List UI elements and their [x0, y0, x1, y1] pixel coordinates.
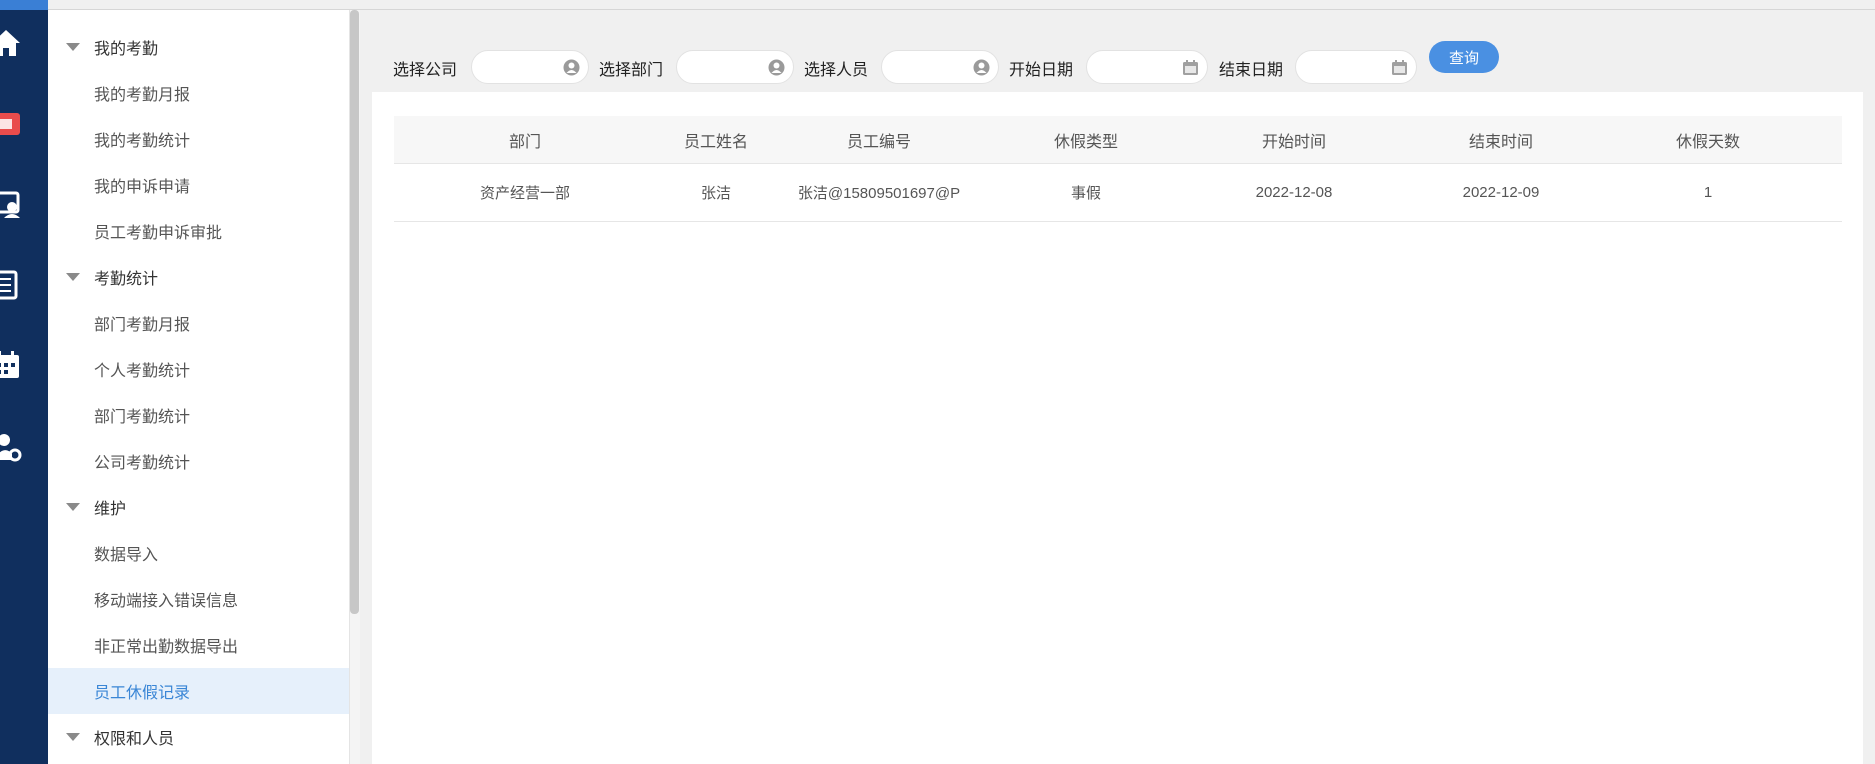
menu-item-active[interactable]: 员工休假记录: [48, 668, 349, 714]
sidebar-scrollbar-thumb[interactable]: [350, 10, 359, 614]
leave-records-table: 部门 员工姓名 员工编号 休假类型 开始时间 结束时间 休假天数 资产经营一部 …: [394, 116, 1842, 222]
top-bar: [0, 0, 1875, 10]
table-cell: 张洁: [700, 185, 731, 202]
home-icon[interactable]: [0, 28, 22, 58]
caret-down-icon: [66, 43, 80, 51]
department-label: 选择部门: [599, 62, 664, 79]
column-header[interactable]: 部门: [394, 116, 656, 163]
menu-item[interactable]: 员工考勤申诉审批: [48, 208, 349, 254]
column-header[interactable]: 员工编号: [776, 116, 982, 163]
start-date-input[interactable]: [1086, 50, 1208, 84]
table-cell: 2022-12-09: [1462, 184, 1540, 201]
company-select[interactable]: [471, 50, 589, 84]
table-cell: 2022-12-08: [1255, 184, 1333, 201]
menu-group-label: 考勤统计: [94, 271, 159, 288]
column-header[interactable]: 结束时间: [1398, 116, 1604, 163]
menu-item[interactable]: 我的考勤统计: [48, 116, 349, 162]
calendar-icon[interactable]: [0, 350, 22, 380]
monitor-user-icon[interactable]: [0, 190, 22, 220]
menu-item[interactable]: 公司考勤统计: [48, 438, 349, 484]
column-header[interactable]: 休假类型: [982, 116, 1190, 163]
department-select[interactable]: [676, 50, 794, 84]
table-cell: 事假: [1070, 185, 1101, 202]
end-date-input[interactable]: [1295, 50, 1417, 84]
document-list-icon[interactable]: [0, 270, 22, 300]
table-cell: 资产经营一部: [479, 185, 570, 202]
menu-item[interactable]: 我的考勤月报: [48, 70, 349, 116]
user-circle-icon: [973, 59, 990, 76]
menu-group-maintenance[interactable]: 维护: [48, 484, 349, 530]
menu-item[interactable]: 部门考勤统计: [48, 392, 349, 438]
icon-rail: [0, 10, 48, 764]
user-circle-icon: [563, 59, 580, 76]
top-bar-accent: [0, 0, 48, 10]
menu-item[interactable]: 非正常出勤数据导出: [48, 622, 349, 668]
menu-sidebar: 我的考勤 我的考勤月报 我的考勤统计 我的申诉申请 员工考勤申诉审批 考勤统计 …: [48, 10, 350, 764]
user-circle-icon: [768, 59, 785, 76]
menu-group-permissions[interactable]: 权限和人员: [48, 714, 349, 760]
filter-bar: 选择公司 选择部门 选择人员 开始日期 结束日期: [360, 10, 1875, 92]
column-header[interactable]: 开始时间: [1190, 116, 1398, 163]
menu-item[interactable]: 我的申诉申请: [48, 162, 349, 208]
table-row[interactable]: 资产经营一部 张洁 张洁@15809501697@P 事假 2022-12-08…: [394, 164, 1842, 222]
person-label: 选择人员: [804, 62, 869, 79]
start-date-label: 开始日期: [1009, 62, 1074, 79]
menu-item[interactable]: 个人考勤统计: [48, 346, 349, 392]
menu-group-label: 我的考勤: [94, 41, 159, 58]
end-date-label: 结束日期: [1219, 62, 1284, 79]
caret-down-icon: [66, 273, 80, 281]
column-header[interactable]: 员工姓名: [656, 116, 776, 163]
menu-group-attendance-stats[interactable]: 考勤统计: [48, 254, 349, 300]
menu-group-label: 维护: [94, 501, 127, 518]
caret-down-icon: [66, 733, 80, 741]
table-cell: 张洁@15809501697@P: [797, 185, 961, 202]
table-cell: 1: [1703, 184, 1713, 201]
company-label: 选择公司: [393, 62, 458, 79]
caret-down-icon: [66, 503, 80, 511]
menu-group-my-attendance[interactable]: 我的考勤: [48, 24, 349, 70]
menu-item[interactable]: 部门考勤月报: [48, 300, 349, 346]
calendar-small-icon: [1183, 60, 1198, 75]
calendar-small-icon: [1392, 60, 1407, 75]
menu-item[interactable]: 数据导入: [48, 530, 349, 576]
person-select[interactable]: [881, 50, 999, 84]
ticket-icon[interactable]: [0, 109, 22, 139]
query-button[interactable]: 查询: [1429, 41, 1499, 73]
menu-item[interactable]: 移动端接入错误信息: [48, 576, 349, 622]
user-settings-icon[interactable]: [0, 432, 22, 462]
menu-group-label: 权限和人员: [94, 731, 175, 748]
table-header: 部门 员工姓名 员工编号 休假类型 开始时间 结束时间 休假天数: [394, 116, 1842, 164]
content-panel: 部门 员工姓名 员工编号 休假类型 开始时间 结束时间 休假天数 资产经营一部 …: [372, 92, 1863, 764]
column-header[interactable]: 休假天数: [1604, 116, 1812, 163]
